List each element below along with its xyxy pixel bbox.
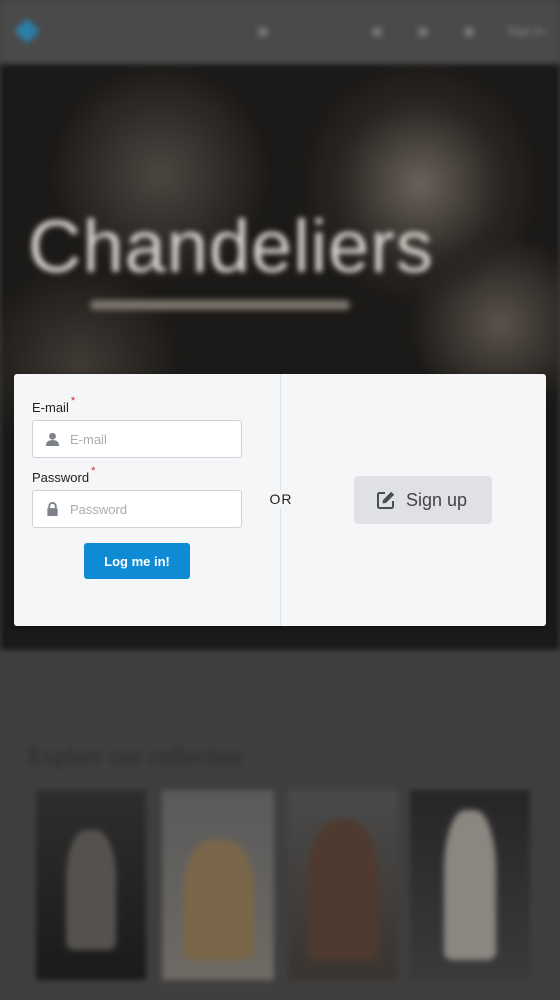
heart-icon [418,27,428,37]
collection-card [162,790,274,980]
required-marker: * [91,465,96,477]
login-form: E-mail* Password* Log me in! [32,395,242,579]
search-icon [258,27,268,37]
password-label: Password * [32,465,96,485]
lock-icon [47,502,58,517]
collection-heading: Explore our collection [28,744,243,770]
topbar-sign-in: Sign in [507,24,544,38]
login-button[interactable]: Log me in! [84,543,190,579]
email-input[interactable] [70,421,235,457]
collection-card [36,790,146,980]
user-icon [45,432,60,447]
top-navigation-bar: Sign in [0,0,560,64]
brand-logo [14,18,40,44]
email-label: E-mail * [32,395,76,415]
auth-modal: E-mail* Password* Log me in! OR Sign up [14,374,546,626]
email-field-wrapper [32,420,242,458]
password-input[interactable] [70,491,235,527]
collection-card [410,790,530,980]
hero-subtitle [90,300,350,310]
collection-card [288,790,398,980]
password-field-wrapper [32,490,242,528]
edit-icon [377,491,395,509]
signup-button[interactable]: Sign up [354,476,492,524]
hero-title: Chandeliers [28,205,434,288]
or-separator: OR [266,490,296,508]
cart-icon [464,27,474,37]
user-icon [372,27,382,37]
required-marker: * [70,395,76,407]
signup-label: Sign up [406,490,468,510]
